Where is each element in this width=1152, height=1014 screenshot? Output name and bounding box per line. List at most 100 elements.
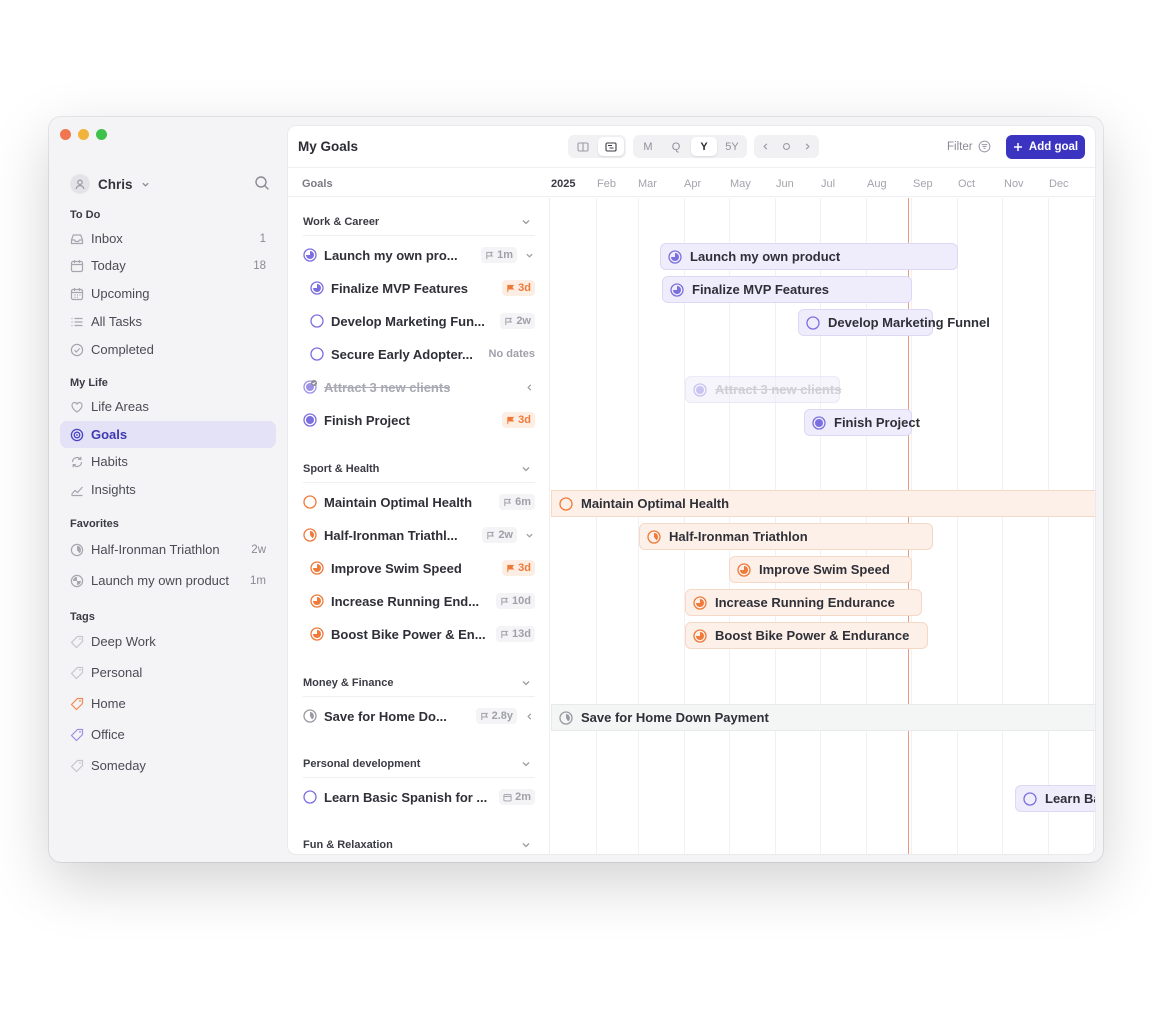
search-button[interactable]	[254, 175, 270, 191]
goal-row[interactable]: Attract 3 new clients	[303, 374, 535, 400]
goal-row[interactable]: Boost Bike Power & En... 13d	[310, 621, 535, 647]
chevron-down-icon	[525, 533, 533, 538]
goal-bar[interactable]: Launch my own product	[660, 243, 958, 270]
goal-row[interactable]: Launch my own pro... 1m	[303, 242, 535, 268]
scale-5-year-button[interactable]: 5Y	[719, 137, 745, 156]
group-title: Money & Finance	[303, 676, 394, 689]
goal-row[interactable]: Increase Running End... 10d	[310, 588, 535, 614]
app-window: Chris To Do Inbox 1 Today 18 Upcoming Al…	[49, 117, 1103, 862]
add-goal-button[interactable]: Add goal	[1006, 135, 1085, 159]
sidebar-item-today[interactable]: Today 18	[60, 252, 276, 279]
goal-bar[interactable]: Save for Home Down Payment	[551, 704, 1095, 731]
user-menu[interactable]: Chris	[70, 174, 150, 194]
goal-row[interactable]: Improve Swim Speed 3d	[310, 555, 535, 581]
next-button[interactable]	[798, 137, 817, 156]
goal-title: Half-Ironman Triathl...	[324, 527, 458, 543]
goal-row[interactable]: Secure Early Adopter... No dates	[310, 341, 535, 367]
timeline-view-button[interactable]	[598, 137, 624, 156]
sidebar-item-habits[interactable]: Habits	[60, 448, 276, 475]
filter-icon	[978, 140, 990, 153]
group-title: Fun & Relaxation	[303, 838, 393, 851]
tag-item[interactable]: Deep Work	[60, 628, 276, 655]
favorite-duration: 2w	[251, 543, 266, 556]
goal-row[interactable]: Half-Ironman Triathl... 2w	[303, 522, 535, 548]
page-title: My Goals	[298, 139, 359, 154]
empty-circle-icon	[1023, 791, 1037, 806]
section-title-my-life: My Life	[70, 377, 108, 389]
goal-bar-label: Launch my own product	[690, 249, 841, 264]
tag-icon	[70, 635, 84, 649]
avatar	[70, 174, 90, 194]
progress-circle-icon	[310, 594, 324, 608]
favorite-item[interactable]: Half-Ironman Triathlon 2w	[60, 536, 276, 563]
repeat-icon	[70, 455, 84, 469]
sidebar-item-goals[interactable]: Goals	[60, 421, 276, 448]
list-view-button[interactable]	[570, 137, 596, 156]
chevron-down-icon	[522, 466, 530, 471]
sidebar-item-inbox[interactable]: Inbox 1	[60, 225, 276, 252]
goal-bar[interactable]: Boost Bike Power & Endurance	[685, 622, 928, 649]
scale-month-button[interactable]: M	[635, 137, 661, 156]
tag-item[interactable]: Personal	[60, 659, 276, 686]
goal-bar[interactable]: Maintain Optimal Health	[551, 490, 1095, 517]
group-header[interactable]: Sport & Health	[303, 455, 535, 483]
sidebar-item-label: Life Areas	[91, 399, 149, 414]
sidebar-item-all-tasks[interactable]: All Tasks	[60, 308, 276, 335]
completed-circle-icon	[693, 382, 707, 397]
tag-item[interactable]: Someday	[60, 752, 276, 779]
expand-toggle[interactable]	[523, 251, 535, 260]
expand-toggle[interactable]	[523, 712, 535, 721]
tag-item[interactable]: Office	[60, 721, 276, 748]
progress-circle-icon	[647, 529, 661, 544]
timeline-icon	[605, 141, 617, 152]
group-title: Sport & Health	[303, 462, 380, 475]
goal-bar[interactable]: Attract 3 new clients	[685, 376, 841, 403]
goal-title: Launch my own pro...	[324, 247, 458, 263]
goal-bar[interactable]: Finalize MVP Features	[662, 276, 912, 303]
goal-bar[interactable]: Increase Running Endurance	[685, 589, 922, 616]
goal-title: Improve Swim Speed	[331, 560, 462, 576]
scale-quarter-button[interactable]: Q	[663, 137, 689, 156]
goal-bar[interactable]: Half-Ironman Triathlon	[639, 523, 933, 550]
scale-year-button[interactable]: Y	[691, 137, 717, 156]
sidebar-item-label: Habits	[91, 454, 128, 469]
previous-button[interactable]	[756, 137, 775, 156]
sidebar-item-completed[interactable]: Completed	[60, 336, 276, 363]
chevron-down-icon	[525, 253, 533, 258]
month-label: Nov	[1004, 178, 1024, 190]
tag-icon	[70, 666, 84, 680]
goal-row[interactable]: Learn Basic Spanish for ... 2m	[303, 784, 535, 810]
user-name: Chris	[98, 176, 133, 192]
goal-row[interactable]: Maintain Optimal Health 6m	[303, 489, 535, 515]
sidebar-item-insights[interactable]: Insights	[60, 476, 276, 503]
group-header[interactable]: Fun & Relaxation	[303, 831, 535, 854]
sidebar-item-life-areas[interactable]: Life Areas	[60, 393, 276, 420]
month-label: Jul	[821, 178, 836, 190]
goal-row[interactable]: Develop Marketing Fun... 2w	[310, 308, 535, 334]
tag-item[interactable]: Home	[60, 690, 276, 717]
group-header[interactable]: Work & Career	[303, 208, 535, 236]
goal-duration: 1m	[481, 247, 517, 263]
goal-bar[interactable]: Improve Swim Speed	[729, 556, 912, 583]
goal-row[interactable]: Finalize MVP Features 3d	[310, 275, 535, 301]
month-label: Feb	[597, 178, 616, 190]
chevron-left-icon	[763, 143, 768, 150]
heart-icon	[70, 400, 84, 414]
goal-bar[interactable]: Finish Project	[804, 409, 920, 436]
group-header[interactable]: Money & Finance	[303, 669, 535, 697]
goal-bar[interactable]: Learn Ba	[1015, 785, 1095, 812]
today-button[interactable]	[777, 137, 796, 156]
calendar-icon	[70, 259, 84, 273]
favorite-item[interactable]: Launch my own product 1m	[60, 567, 276, 594]
goal-bar[interactable]: Develop Marketing Funnel	[798, 309, 990, 336]
tag-label: Someday	[91, 758, 146, 773]
sidebar-item-upcoming[interactable]: Upcoming	[60, 280, 276, 307]
goal-row[interactable]: Save for Home Do... 2.8y	[303, 703, 535, 729]
progress-circle-icon	[693, 628, 707, 643]
expand-toggle[interactable]	[523, 383, 535, 392]
filter-button[interactable]: Filter	[947, 140, 991, 153]
group-header[interactable]: Personal development	[303, 750, 535, 778]
expand-toggle[interactable]	[523, 531, 535, 540]
month-gridline	[596, 198, 597, 854]
goal-row[interactable]: Finish Project 3d	[303, 407, 535, 433]
